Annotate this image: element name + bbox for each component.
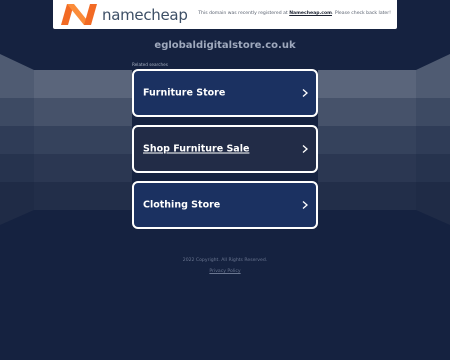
- namecheap-banner: namecheap This domain was recently regis…: [53, 0, 397, 29]
- registration-notice: This domain was recently registered at N…: [198, 11, 391, 16]
- chevron-right-icon: [302, 201, 308, 209]
- search-result-shop-furniture-sale[interactable]: Shop Furniture Sale: [132, 125, 318, 173]
- domain-name: eglobaldigitalstore.co.uk: [154, 40, 296, 51]
- brand-name[interactable]: namecheap: [102, 6, 188, 24]
- search-result-clothing-store[interactable]: Clothing Store: [132, 181, 318, 229]
- background-decoration: [0, 54, 450, 225]
- namecheap-n-logo[interactable]: [61, 4, 97, 25]
- notice-suffix: . Please check back later!: [331, 11, 391, 16]
- related-searches-label: Related searches: [132, 62, 168, 67]
- namecheap-link[interactable]: Namecheap.com: [289, 11, 332, 16]
- search-result-label: Clothing Store: [143, 199, 221, 211]
- search-result-label: Furniture Store: [143, 87, 226, 99]
- search-result-furniture-store[interactable]: Furniture Store: [132, 69, 318, 117]
- search-result-label: Shop Furniture Sale: [143, 143, 250, 155]
- chevron-right-icon: [302, 89, 308, 97]
- copyright-text: 2022 Copyright. All Rights Reserved.: [182, 258, 268, 263]
- notice-prefix: This domain was recently registered at: [198, 11, 288, 16]
- chevron-right-icon: [302, 145, 308, 153]
- privacy-policy-link[interactable]: Privacy Policy: [0, 269, 450, 274]
